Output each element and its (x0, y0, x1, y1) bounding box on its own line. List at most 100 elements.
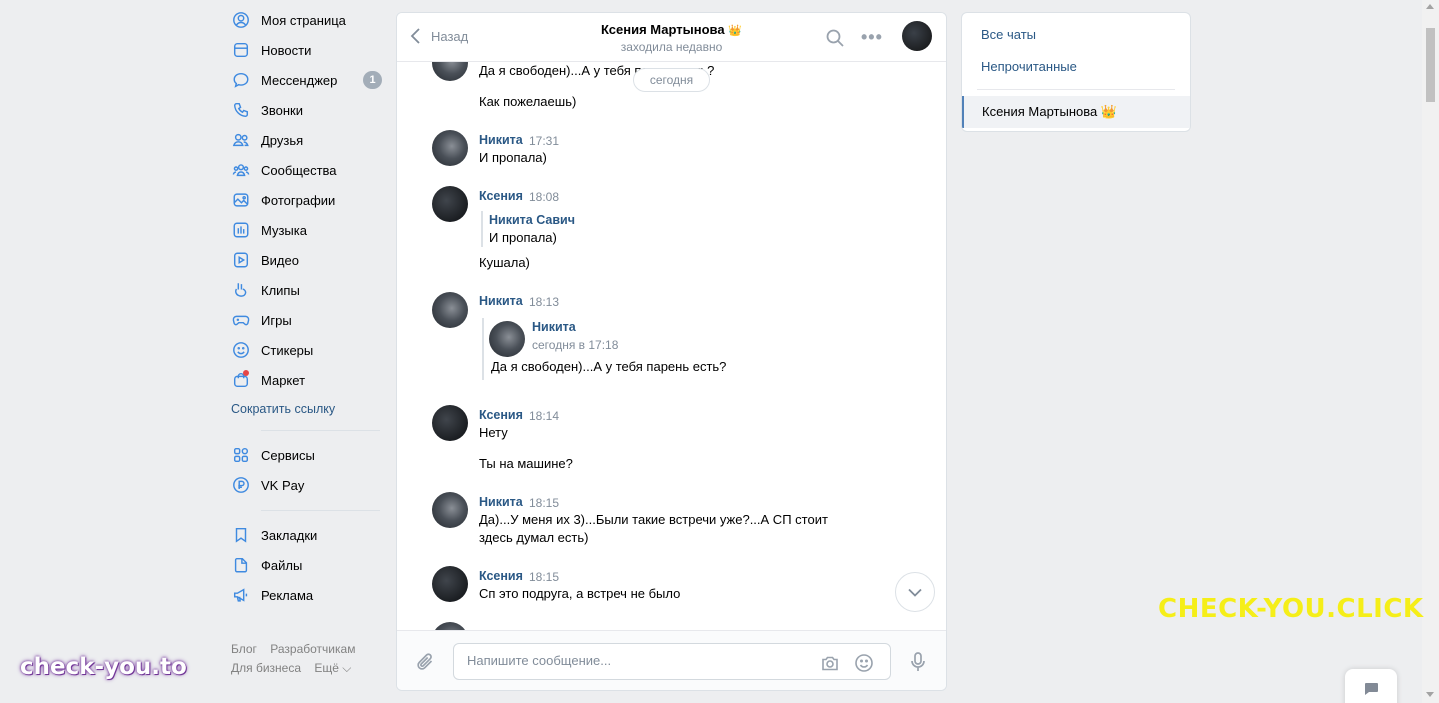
footer-business-link[interactable]: Для бизнеса (231, 661, 301, 675)
nav-label: Сервисы (261, 447, 315, 463)
nav-communities[interactable]: Сообщества (225, 155, 385, 185)
shorten-link[interactable]: Сократить ссылку (225, 398, 385, 420)
active-chat-item[interactable]: Ксения Мартынова 👑 (962, 96, 1190, 128)
nav-vkpay[interactable]: VK Pay (225, 470, 385, 500)
nav-files[interactable]: Файлы (225, 550, 385, 580)
chat-avatar[interactable] (902, 21, 932, 51)
message-time[interactable]: 18:14 (529, 409, 559, 423)
message-text: И пропала) (479, 150, 547, 165)
microphone-icon (911, 652, 925, 671)
paperclip-icon (417, 653, 433, 670)
nav-news[interactable]: Новости (225, 35, 385, 65)
avatar[interactable] (432, 566, 468, 602)
nav-label: Музыка (261, 222, 307, 238)
nav-label: Моя страница (261, 12, 346, 28)
message-text: Нету (479, 425, 508, 440)
nav-music[interactable]: Музыка (225, 215, 385, 245)
nav-stickers[interactable]: Стикеры (225, 335, 385, 365)
message-time[interactable]: 18:15 (529, 570, 559, 584)
message-history[interactable]: Да я свободен)...А у тебя парень есть? К… (397, 13, 946, 630)
footer-more-link[interactable]: Ещё ⌵ (314, 661, 351, 675)
nav-services[interactable]: Сервисы (225, 440, 385, 470)
notification-dot (243, 370, 249, 376)
scroll-down-arrow[interactable] (1426, 692, 1434, 697)
message-time[interactable]: 18:08 (529, 190, 559, 204)
nav-divider (261, 510, 380, 511)
nav-calls[interactable]: Звонки (225, 95, 385, 125)
message-author[interactable]: Ксения (479, 569, 523, 583)
emoji-button[interactable] (854, 653, 874, 676)
message-input-box[interactable] (453, 643, 891, 680)
forward-avatar[interactable] (489, 321, 525, 357)
bookmark-icon (231, 525, 251, 545)
date-divider: сегодня (633, 68, 710, 92)
gamepad-icon (231, 310, 251, 330)
message-author[interactable]: Никита (479, 294, 523, 308)
voice-message-button[interactable] (908, 651, 928, 676)
message-composer (397, 630, 946, 690)
watermark-right: CHECK-YOU.CLICK (1158, 594, 1424, 624)
chat-header: Назад Ксения Мартынова 👑 заходила недавн… (397, 13, 946, 62)
chat-panel: Да я свободен)...А у тебя парень есть? К… (396, 12, 947, 691)
avatar[interactable] (432, 186, 468, 222)
nav-market[interactable]: Маркет (225, 365, 385, 395)
nav-photos[interactable]: Фотографии (225, 185, 385, 215)
footer-blog-link[interactable]: Блог (231, 642, 257, 656)
message-time[interactable]: 18:13 (529, 295, 559, 309)
nav-video[interactable]: Видео (225, 245, 385, 275)
nav-label: Файлы (261, 557, 303, 573)
left-navigation: Моя страница Новости Мессенджер 1 Звонки… (225, 5, 385, 610)
message-author[interactable]: Никита (479, 133, 523, 147)
scrollbar-thumb[interactable] (1426, 28, 1435, 102)
more-icon[interactable]: ••• (861, 27, 883, 48)
nav-my-page[interactable]: Моя страница (225, 5, 385, 35)
message-text: Ты на машине? (479, 456, 573, 471)
nav-clips[interactable]: Клипы (225, 275, 385, 305)
avatar[interactable] (432, 492, 468, 528)
forward-author[interactable]: Никита (532, 320, 576, 334)
avatar[interactable] (432, 292, 468, 328)
message-time[interactable]: 18:15 (529, 496, 559, 510)
music-icon (231, 220, 251, 240)
communities-icon (231, 160, 251, 180)
search-button[interactable] (825, 28, 845, 51)
nav-label: Маркет (261, 372, 306, 388)
message-input[interactable] (467, 653, 797, 668)
nav-ads[interactable]: Реклама (225, 580, 385, 610)
avatar[interactable] (432, 130, 468, 166)
footer-developers-link[interactable]: Разработчикам (270, 642, 355, 656)
nav-messenger[interactable]: Мессенджер 1 (225, 65, 385, 95)
filter-divider (977, 89, 1175, 90)
scroll-up-arrow[interactable] (1426, 4, 1434, 9)
chat-bubble-button[interactable] (1345, 669, 1397, 703)
message-icon (231, 70, 251, 90)
nav-bookmarks[interactable]: Закладки (225, 520, 385, 550)
vkpay-icon (231, 475, 251, 495)
message-time[interactable]: 17:31 (529, 134, 559, 148)
message-text: Кушала) (479, 255, 530, 270)
page-scrollbar[interactable] (1422, 0, 1439, 703)
message-author[interactable]: Ксения (479, 189, 523, 203)
avatar[interactable] (432, 622, 468, 630)
friends-icon (231, 130, 251, 150)
filter-unread[interactable]: Непрочитанные (981, 59, 1077, 74)
message-text: Сп это подруга, а встреч не было (479, 586, 681, 601)
reply-author[interactable]: Никита Савич (489, 213, 575, 227)
reply-text[interactable]: И пропала) (489, 229, 557, 247)
nav-friends[interactable]: Друзья (225, 125, 385, 155)
message-author[interactable]: Ксения (479, 408, 523, 422)
video-icon (231, 250, 251, 270)
nav-label: Сообщества (261, 162, 337, 178)
forward-time[interactable]: сегодня в 17:18 (532, 338, 618, 352)
avatar[interactable] (432, 405, 468, 441)
attach-button[interactable] (416, 651, 436, 676)
scroll-down-button[interactable] (895, 572, 935, 612)
forward-quote-bar (482, 318, 484, 380)
nav-label: Клипы (261, 282, 300, 298)
nav-label: Друзья (261, 132, 304, 148)
filter-all-chats[interactable]: Все чаты (981, 27, 1036, 42)
camera-button[interactable] (820, 653, 840, 676)
nav-games[interactable]: Игры (225, 305, 385, 335)
crown-emoji: 👑 (728, 25, 742, 37)
message-author[interactable]: Никита (479, 495, 523, 509)
